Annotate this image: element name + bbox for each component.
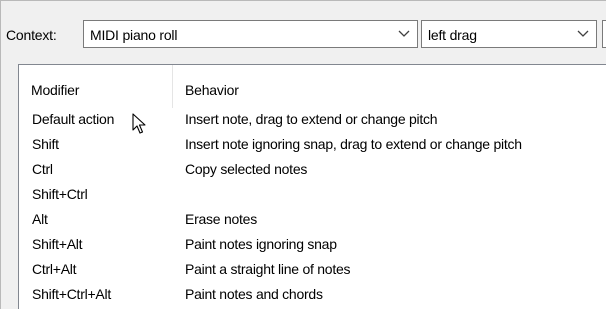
modifier-cell: Shift+Alt	[32, 236, 83, 252]
panel-top-border	[0, 0, 606, 1]
context-dropdown[interactable]: MIDI piano roll	[83, 20, 418, 48]
table-row[interactable]: Shift+Ctrl	[19, 183, 606, 208]
table-row[interactable]: Alt Erase notes	[19, 208, 606, 233]
modifier-cell: Default action	[32, 111, 115, 127]
context-dropdown-value: MIDI piano roll	[90, 27, 178, 43]
mouse-modifiers-panel: Context: MIDI piano roll left drag Modif…	[0, 0, 606, 309]
behavior-cell: Insert note ignoring snap, drag to exten…	[185, 136, 522, 152]
column-header-behavior-label: Behavior	[185, 82, 239, 98]
modifier-cell: Shift+Ctrl	[32, 186, 88, 202]
chevron-down-icon	[398, 30, 410, 37]
mouse-pointer-icon	[132, 113, 146, 134]
column-divider[interactable]	[172, 65, 173, 108]
behavior-cell: Paint notes and chords	[185, 286, 323, 302]
table-row[interactable]: Default action Insert note, drag to exte…	[19, 108, 606, 133]
table-row[interactable]: Shift Insert note ignoring snap, drag to…	[19, 133, 606, 158]
panel-left-border	[0, 0, 1, 309]
modifier-cell: Shift	[32, 136, 59, 152]
table-row[interactable]: Ctrl Copy selected notes	[19, 158, 606, 183]
chevron-down-icon	[577, 30, 589, 37]
behavior-cell: Paint a straight line of notes	[185, 261, 351, 277]
modifier-behavior-list[interactable]: Modifier Behavior Default action Insert …	[18, 64, 606, 309]
modifier-cell: Shift+Ctrl+Alt	[32, 286, 111, 302]
behavior-cell: Paint notes ignoring snap	[185, 236, 337, 252]
table-row[interactable]: Shift+Ctrl+Alt Paint notes and chords	[19, 283, 606, 308]
action-dropdown[interactable]: left drag	[421, 20, 597, 48]
column-header-modifier-label: Modifier	[31, 82, 80, 98]
modifier-cell: Alt	[32, 211, 48, 227]
behavior-cell: Copy selected notes	[185, 161, 308, 177]
table-row[interactable]: Shift+Alt Paint notes ignoring snap	[19, 233, 606, 258]
action-dropdown-value: left drag	[428, 27, 477, 43]
context-label: Context:	[6, 27, 57, 43]
modifier-cell: Ctrl	[32, 161, 53, 177]
modifier-cell: Ctrl+Alt	[32, 261, 77, 277]
extra-dropdown-edge[interactable]	[602, 20, 606, 48]
table-row[interactable]: Ctrl+Alt Paint a straight line of notes	[19, 258, 606, 283]
behavior-cell: Insert note, drag to extend or change pi…	[185, 111, 438, 127]
behavior-cell: Erase notes	[185, 211, 257, 227]
